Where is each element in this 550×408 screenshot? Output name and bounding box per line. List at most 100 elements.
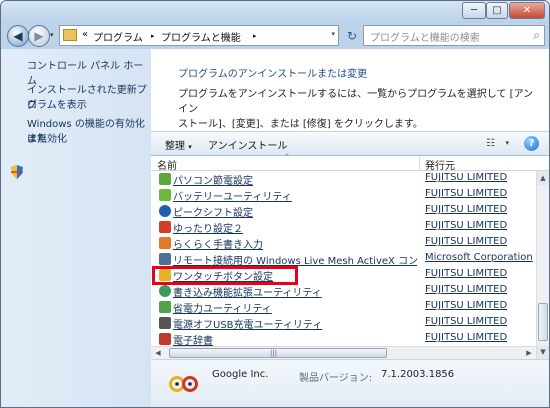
program-icon (159, 285, 171, 297)
list-item[interactable]: ピークシフト設定 FUJITSU LIMITED (151, 203, 536, 219)
program-name[interactable]: ゆったり設定２ (173, 220, 417, 235)
program-icon (159, 333, 171, 345)
vertical-scroll-thumb[interactable] (538, 303, 548, 341)
address-dropdown-icon[interactable]: ▾ (331, 30, 335, 38)
highlight-box (152, 266, 298, 285)
minimize-button[interactable]: ─ (462, 2, 486, 19)
list-item[interactable]: パソコン節電設定 FUJITSU LIMITED (151, 171, 536, 187)
help-icon[interactable]: ? (524, 136, 539, 151)
sort-indicator-icon: ^ (284, 153, 290, 161)
organize-label: 整理 (165, 141, 185, 152)
scroll-down-icon[interactable]: ▼ (537, 345, 549, 359)
program-name[interactable]: 書き込み機能拡張ユーティリティ (173, 284, 417, 299)
list-item[interactable]: リモート接続用の Windows Live Mesh ActiveX コントロ.… (151, 251, 536, 267)
vertical-scrollbar[interactable]: ▲ ▼ (536, 171, 549, 359)
scroll-grip-icon: ||| (270, 349, 278, 357)
column-divider[interactable] (419, 156, 420, 171)
breadcrumb-programs-and-features[interactable]: プログラムと機能 (161, 29, 241, 44)
view-installed-updates-link-line2[interactable]: グラムを表示 (27, 98, 87, 113)
windows-features-link-line2[interactable]: は無効化 (27, 132, 67, 147)
programs-window: ─ □ ✕ ◀ ▶ ▾ « プログラム ▸ プログラムと機能 ▸ ▾ ↻ プログ… (0, 0, 550, 408)
control-panel-icon (63, 29, 77, 41)
details-version: 7.1.2003.1856 (381, 369, 455, 380)
program-name[interactable]: バッテリーユーティリティ (173, 188, 417, 203)
refresh-icon[interactable]: ↻ (343, 27, 361, 45)
list-item[interactable]: 電子辞書 FUJITSU LIMITED (151, 331, 536, 346)
program-publisher[interactable]: FUJITSU LIMITED (425, 300, 507, 311)
maximize-button[interactable]: □ (486, 2, 508, 19)
description-line-1: プログラムをアンインストールするには、一覧からプログラムを選択して [アンイン (178, 89, 534, 115)
program-publisher[interactable]: FUJITSU LIMITED (425, 172, 507, 183)
scroll-right-icon[interactable]: ▶ (522, 347, 536, 359)
program-name[interactable]: らくらく手書き入力 (173, 236, 417, 251)
program-icon (159, 205, 171, 217)
details-pane: Google Inc. 製品バージョン: 7.1.2003.1856 (151, 359, 549, 407)
recent-pages-dropdown[interactable]: ▾ (50, 31, 54, 39)
program-publisher[interactable]: FUJITSU LIMITED (425, 268, 507, 279)
address-bar[interactable]: « プログラム ▸ プログラムと機能 ▸ ▾ (59, 25, 339, 46)
program-publisher[interactable]: FUJITSU LIMITED (425, 332, 507, 343)
description-line-2: ストール]、[変更]、または [修復] をクリックします。 (178, 119, 423, 130)
shield-icon (11, 165, 23, 179)
program-publisher[interactable]: FUJITSU LIMITED (425, 284, 507, 295)
column-header-name[interactable]: 名前 (157, 157, 177, 172)
list-item[interactable]: 電源オフUSB充電ユーティリティ FUJITSU LIMITED (151, 315, 536, 331)
page-title: プログラムのアンインストールまたは変更 (178, 69, 368, 80)
google-logo (169, 376, 198, 392)
title-bar: ─ □ ✕ (1, 1, 549, 23)
program-icon (159, 237, 171, 249)
program-name[interactable]: パソコン節電設定 (173, 172, 417, 187)
view-options-icon[interactable]: ☷ (486, 138, 495, 149)
program-icon (159, 317, 171, 329)
program-publisher[interactable]: FUJITSU LIMITED (425, 204, 507, 215)
program-name[interactable]: 電源オフUSB充電ユーティリティ (173, 316, 417, 331)
horizontal-scroll-thumb[interactable]: ||| (169, 348, 387, 358)
program-publisher[interactable]: FUJITSU LIMITED (425, 220, 507, 231)
program-publisher[interactable]: FUJITSU LIMITED (425, 188, 507, 199)
command-bar: 整理 ▾ アンインストール ☷ ▾ ? (151, 131, 549, 156)
program-icon (159, 253, 171, 265)
organize-button[interactable]: 整理 ▾ (165, 137, 192, 152)
breadcrumb-separator-2[interactable]: ▸ (253, 32, 257, 40)
list-item[interactable]: ゆったり設定２ FUJITSU LIMITED (151, 219, 536, 235)
column-header-publisher[interactable]: 発行元 (425, 157, 455, 172)
search-input[interactable]: プログラムと機能の検索 (370, 29, 480, 44)
program-name[interactable]: リモート接続用の Windows Live Mesh ActiveX コントロ.… (173, 252, 417, 267)
program-icon (159, 221, 171, 233)
horizontal-scrollbar[interactable]: ◀ ||| ▶ (151, 346, 536, 359)
program-list: パソコン節電設定 FUJITSU LIMITED バッテリーユーティリティ FU… (151, 171, 536, 346)
page-description: プログラムをアンインストールするには、一覧からプログラムを選択して [アンイン … (178, 87, 540, 132)
breadcrumb-prefix[interactable]: « (82, 29, 88, 40)
list-item[interactable]: バッテリーユーティリティ FUJITSU LIMITED (151, 187, 536, 203)
program-name[interactable]: ピークシフト設定 (173, 204, 417, 219)
list-item[interactable]: らくらく手書き入力 FUJITSU LIMITED (151, 235, 536, 251)
program-publisher[interactable]: Microsoft Corporation (425, 252, 533, 263)
main-content: プログラムのアンインストールまたは変更 プログラムをアンインストールするには、一… (151, 49, 549, 407)
breadcrumb-separator[interactable]: ▸ (151, 32, 155, 40)
uninstall-button[interactable]: アンインストール (208, 137, 287, 152)
program-publisher[interactable]: FUJITSU LIMITED (425, 316, 507, 327)
scroll-left-icon[interactable]: ◀ (151, 347, 165, 359)
list-header: ^ 名前 発行元 (151, 153, 549, 172)
list-item[interactable]: 書き込み機能拡張ユーティリティ FUJITSU LIMITED (151, 283, 536, 299)
task-pane: コントロール パネル ホーム インストールされた更新プロ グラムを表示 Wind… (1, 49, 151, 407)
details-company: Google Inc. (212, 369, 269, 380)
program-icon (159, 173, 171, 185)
navigation-bar: ◀ ▶ ▾ « プログラム ▸ プログラムと機能 ▸ ▾ ↻ プログラムと機能の… (1, 23, 549, 49)
close-button[interactable]: ✕ (509, 2, 545, 19)
list-item[interactable]: 省電力ユーティリティ FUJITSU LIMITED (151, 299, 536, 315)
forward-button[interactable]: ▶ (28, 25, 50, 47)
program-icon (159, 301, 171, 313)
search-box[interactable]: プログラムと機能の検索 ⌕ (363, 25, 545, 46)
program-name[interactable]: 省電力ユーティリティ (173, 300, 417, 315)
arrow-right-icon: ▶ (34, 29, 44, 43)
scroll-up-icon[interactable]: ▲ (537, 171, 549, 185)
breadcrumb-programs[interactable]: プログラム (93, 29, 143, 44)
view-dropdown-icon[interactable]: ▾ (505, 139, 509, 147)
arrow-left-icon: ◀ (13, 29, 23, 43)
search-icon[interactable]: ⌕ (533, 28, 540, 43)
back-button[interactable]: ◀ (7, 25, 29, 47)
details-version-label: 製品バージョン: (299, 373, 373, 384)
program-publisher[interactable]: FUJITSU LIMITED (425, 236, 507, 247)
program-name[interactable]: 電子辞書 (173, 332, 417, 346)
